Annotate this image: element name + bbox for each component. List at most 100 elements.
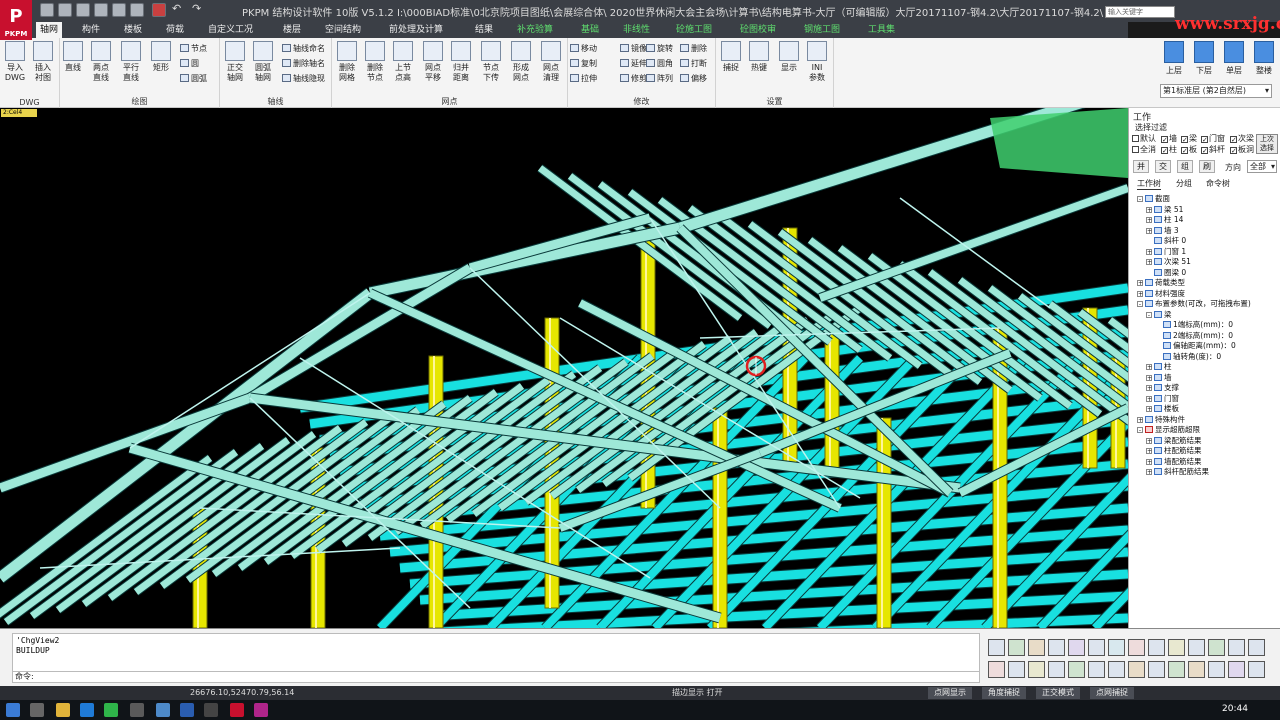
checkbox-icon[interactable]: ✓ bbox=[1161, 147, 1168, 155]
checkbox-icon[interactable]: ✓ bbox=[1230, 147, 1237, 155]
floor-select[interactable]: 第1标准层 (第2自然层) ▾ bbox=[1160, 84, 1272, 98]
tab-4[interactable]: 自定义工况 bbox=[204, 22, 257, 38]
checkbox-icon[interactable]: ✓ bbox=[1181, 147, 1188, 155]
monitor-icon[interactable] bbox=[156, 703, 170, 717]
app-icon[interactable] bbox=[130, 703, 144, 717]
status-toggle-3[interactable]: 点网捕捉 bbox=[1090, 687, 1134, 699]
filter-filters_row1-2[interactable]: ✓梁 bbox=[1181, 134, 1197, 144]
print-icon[interactable] bbox=[112, 3, 126, 17]
view-tool-icon[interactable] bbox=[1148, 639, 1165, 656]
collapse-icon[interactable]: - bbox=[1137, 427, 1143, 434]
tab-5[interactable]: 楼层 bbox=[279, 22, 305, 38]
tab-15[interactable]: 工具集 bbox=[864, 22, 899, 38]
expand-icon[interactable]: + bbox=[1146, 395, 1152, 402]
tab-7[interactable]: 前处理及计算 bbox=[385, 22, 447, 38]
tree-item[interactable]: 1端标高(mm)：0 bbox=[1155, 320, 1233, 330]
view-tool-icon[interactable] bbox=[1028, 639, 1045, 656]
tree-item[interactable]: - 显示超筋超限 bbox=[1137, 425, 1200, 435]
hotkey-button[interactable]: 热键 bbox=[746, 41, 772, 73]
tree-item[interactable]: 轴转角(度)：0 bbox=[1155, 352, 1221, 362]
snap-button[interactable]: 捕捉 bbox=[718, 41, 744, 73]
arc-button[interactable]: 圆弧 bbox=[180, 73, 207, 84]
view-tool-icon[interactable] bbox=[1248, 639, 1265, 656]
tab-9[interactable]: 补充验算 bbox=[513, 22, 557, 38]
filter-filters_row2-0[interactable]: 全消 bbox=[1132, 145, 1156, 155]
tab-2[interactable]: 楼板 bbox=[120, 22, 146, 38]
tab-1[interactable]: 构件 bbox=[78, 22, 104, 38]
filter-filters_row2-1[interactable]: ✓柱 bbox=[1161, 145, 1177, 155]
status-toggle-1[interactable]: 角度捕捉 bbox=[982, 687, 1026, 699]
expand-icon[interactable]: + bbox=[1146, 406, 1152, 413]
app2-icon[interactable] bbox=[204, 703, 218, 717]
expand-icon[interactable]: + bbox=[1146, 217, 1152, 224]
tree-item[interactable]: + 柱配筋结果 bbox=[1146, 446, 1202, 456]
circle-button[interactable]: 圆 bbox=[180, 58, 199, 69]
panel-tab-2[interactable]: 命令树 bbox=[1206, 178, 1230, 190]
view-tool-icon[interactable] bbox=[1048, 661, 1065, 678]
node-move-button[interactable]: 网点 平移 bbox=[420, 41, 446, 83]
view-tool-icon[interactable] bbox=[1248, 661, 1265, 678]
tab-8[interactable]: 结果 bbox=[471, 22, 497, 38]
open-file-icon[interactable] bbox=[58, 3, 72, 17]
view-tool-icon[interactable] bbox=[1008, 661, 1025, 678]
tree-item[interactable]: + 门窗 bbox=[1146, 394, 1179, 404]
view-tool-icon[interactable] bbox=[1128, 639, 1145, 656]
pkpm-task-icon[interactable] bbox=[230, 703, 244, 717]
tab-11[interactable]: 非线性 bbox=[619, 22, 654, 38]
view-tool-icon[interactable] bbox=[1108, 661, 1125, 678]
checkbox-icon[interactable] bbox=[1132, 146, 1139, 153]
command-input[interactable]: 命令: bbox=[12, 671, 980, 683]
grid-clean-button[interactable]: 网点 清理 bbox=[538, 41, 564, 83]
tree-item[interactable]: + 特殊构件 bbox=[1137, 415, 1185, 425]
node-button[interactable]: 节点 bbox=[180, 43, 207, 54]
expand-icon[interactable]: + bbox=[1146, 385, 1152, 392]
tree-item[interactable]: + 梁配筋结果 bbox=[1146, 436, 1202, 446]
expand-icon[interactable]: + bbox=[1137, 416, 1143, 423]
tab-3[interactable]: 荷载 bbox=[162, 22, 188, 38]
tree-item[interactable]: + 次梁 51 bbox=[1146, 257, 1191, 267]
rotate-button[interactable]: 旋转 bbox=[646, 43, 673, 54]
clear-icon[interactable] bbox=[152, 3, 166, 17]
tree-item[interactable]: + 材料强度 bbox=[1137, 289, 1185, 299]
view-tool-icon[interactable] bbox=[1088, 639, 1105, 656]
tree-item[interactable]: 偏轴距离(mm)：0 bbox=[1155, 341, 1236, 351]
view-tool-icon[interactable] bbox=[1068, 661, 1085, 678]
checkbox-icon[interactable]: ✓ bbox=[1161, 136, 1168, 144]
collapse-icon[interactable]: - bbox=[1146, 311, 1152, 318]
tree-item[interactable]: - 截面 bbox=[1137, 194, 1170, 204]
status-toggle-0[interactable]: 点网显示 bbox=[928, 687, 972, 699]
ini-params-button[interactable]: INI 参数 bbox=[804, 41, 830, 83]
collapse-icon[interactable]: - bbox=[1137, 196, 1143, 203]
tree-item[interactable]: + 支撑 bbox=[1146, 383, 1179, 393]
pkpm-active-task-icon[interactable] bbox=[254, 703, 268, 717]
delete-node-button[interactable]: 删除 节点 bbox=[362, 41, 388, 83]
tree-item[interactable]: - 布置参数(可改，可拖拽布置) bbox=[1137, 299, 1251, 309]
panel-tab-1[interactable]: 分组 bbox=[1176, 178, 1192, 190]
view-tool-icon[interactable] bbox=[988, 661, 1005, 678]
model-viewport[interactable] bbox=[0, 108, 1128, 628]
view-tool-icon[interactable] bbox=[1188, 639, 1205, 656]
single-floor-button[interactable]: 单层 bbox=[1221, 41, 1247, 81]
tree-item[interactable]: + 柱 14 bbox=[1146, 215, 1183, 225]
expand-icon[interactable]: + bbox=[1146, 437, 1152, 444]
tree-item[interactable]: + 墙 3 bbox=[1146, 226, 1179, 236]
view-tool-icon[interactable] bbox=[1048, 639, 1065, 656]
up-node-height-button[interactable]: 上节 点高 bbox=[390, 41, 416, 83]
view-tool-icon[interactable] bbox=[1108, 639, 1125, 656]
delete-grid-button[interactable]: 删除 网格 bbox=[334, 41, 360, 83]
task-view-icon[interactable] bbox=[30, 703, 44, 717]
merge-distance-button[interactable]: 归并 距离 bbox=[448, 41, 474, 83]
break-button[interactable]: 打断 bbox=[680, 58, 707, 69]
expand-icon[interactable]: + bbox=[1146, 469, 1152, 476]
expand-icon[interactable]: + bbox=[1146, 259, 1152, 266]
tab-6[interactable]: 空间结构 bbox=[321, 22, 365, 38]
mirror-button[interactable]: 镜像 bbox=[620, 43, 647, 54]
view-tool-icon[interactable] bbox=[1068, 639, 1085, 656]
expand-icon[interactable]: + bbox=[1146, 374, 1152, 381]
expand-icon[interactable]: + bbox=[1146, 206, 1152, 213]
view-tool-icon[interactable] bbox=[1228, 639, 1245, 656]
tree-item[interactable]: + 斜杆配筋结果 bbox=[1146, 467, 1209, 477]
checkbox-icon[interactable]: ✓ bbox=[1230, 136, 1237, 144]
undo-icon[interactable]: ↶ bbox=[172, 3, 186, 17]
extend-button[interactable]: 延伸 bbox=[620, 58, 647, 69]
